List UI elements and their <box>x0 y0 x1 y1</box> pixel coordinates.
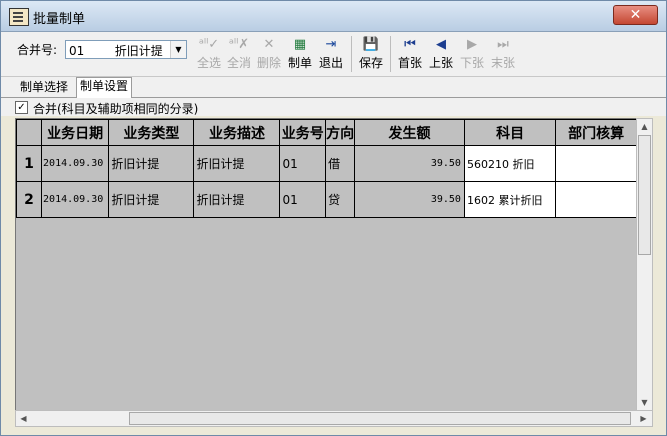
merge-checkbox[interactable]: ✓ <box>15 101 28 114</box>
column-header-account[interactable]: 科目 <box>463 119 557 146</box>
cell-description: 折旧计提 <box>193 181 281 218</box>
first-button[interactable]: ⏮ 首张 <box>395 35 425 73</box>
last-icon: ⏭ <box>497 37 509 52</box>
save-button[interactable]: 💾 保存 <box>356 35 386 73</box>
vertical-scroll-thumb[interactable] <box>638 135 651 255</box>
column-header-amount[interactable]: 发生额 <box>354 119 465 146</box>
cell-account[interactable]: 560210 折旧 <box>463 145 557 182</box>
vertical-scrollbar[interactable]: ▲ ▼ <box>636 118 653 412</box>
next-button[interactable]: ▶ 下张 <box>457 35 487 73</box>
make-voucher-button[interactable]: ▦ 制单 <box>285 35 315 73</box>
column-header-department[interactable]: 部门核算 <box>555 119 637 146</box>
column-header-type[interactable]: 业务类型 <box>108 119 195 146</box>
column-header-date[interactable]: 业务日期 <box>41 119 110 146</box>
toolbar: 合并号: 01 折旧计提 ▼ ᵃˡˡ✓ 全选 ᵃˡˡ✗ 全消 ✕ 删除 ▦ 制单 ⇥ 退出… <box>1 32 666 77</box>
cell-direction: 借 <box>325 145 356 182</box>
previous-button[interactable]: ◀ 上张 <box>426 35 456 73</box>
close-button[interactable]: ✕ <box>613 5 658 25</box>
cell-direction: 贷 <box>325 181 356 218</box>
voucher-grid: 业务日期 业务类型 业务描述 业务号 方向 发生额 科目 部门核算 1 2014… <box>15 118 638 412</box>
batch-voucher-window: 批量制单 ✕ 合并号: 01 折旧计提 ▼ ᵃˡˡ✓ 全选 ᵃˡˡ✗ 全消 ✕ 删除 … <box>0 0 667 436</box>
column-header-direction[interactable]: 方向 <box>325 119 356 146</box>
cell-amount: 39.50 <box>354 145 465 182</box>
row-number: 1 <box>16 145 43 182</box>
cell-date: 2014.09.30 <box>41 181 110 218</box>
merge-label: 合并(科目及辅助项相同的分录) <box>33 102 199 116</box>
cell-date: 2014.09.30 <box>41 145 110 182</box>
row-number: 2 <box>16 181 43 218</box>
merge-number-value: 01 折旧计提 <box>69 44 163 58</box>
window-title: 批量制单 <box>33 12 86 27</box>
select-all-icon: ᵃˡˡ✓ <box>198 37 220 52</box>
table-row[interactable]: 1 2014.09.30 折旧计提 折旧计提 01 借 39.50 560210… <box>16 145 637 182</box>
merge-number-label: 合并号: <box>17 43 58 57</box>
cell-biz-no: 01 <box>279 181 327 218</box>
save-icon: 💾 <box>362 37 380 52</box>
cell-description: 折旧计提 <box>193 145 281 182</box>
select-all-button[interactable]: ᵃˡˡ✓ 全选 <box>194 35 224 73</box>
tab-voucher-settings[interactable]: 制单设置 <box>76 77 133 98</box>
scroll-right-icon[interactable]: ▶ <box>636 411 651 426</box>
column-header-rowno <box>16 119 43 146</box>
delete-button[interactable]: ✕ 删除 <box>254 35 284 73</box>
table-header-row: 业务日期 业务类型 业务描述 业务号 方向 发生额 科目 部门核算 <box>16 119 637 146</box>
last-button[interactable]: ⏭ 末张 <box>488 35 518 73</box>
deselect-all-icon: ᵃˡˡ✗ <box>228 37 250 52</box>
title-bar: 批量制单 ✕ <box>1 1 666 32</box>
column-header-description[interactable]: 业务描述 <box>193 119 281 146</box>
toolbar-separator <box>351 36 352 72</box>
voucher-app-icon <box>9 8 29 26</box>
cell-account[interactable]: 1602 累计折旧 <box>463 181 557 218</box>
delete-icon: ✕ <box>263 37 275 52</box>
scroll-left-icon[interactable]: ◀ <box>16 411 31 426</box>
next-icon: ▶ <box>467 37 477 52</box>
tab-voucher-selection[interactable]: 制单选择 <box>17 79 71 96</box>
merge-number-select[interactable]: 01 折旧计提 ▼ <box>65 40 187 59</box>
cell-biz-no: 01 <box>279 145 327 182</box>
cell-department[interactable] <box>555 145 637 182</box>
column-header-biz-no[interactable]: 业务号 <box>279 119 327 146</box>
horizontal-scroll-thumb[interactable] <box>129 412 631 425</box>
voucher-table: 业务日期 业务类型 业务描述 业务号 方向 发生额 科目 部门核算 1 2014… <box>16 119 637 218</box>
previous-icon: ◀ <box>436 37 446 52</box>
chevron-down-icon[interactable]: ▼ <box>170 41 186 58</box>
cell-type: 折旧计提 <box>108 145 195 182</box>
horizontal-scrollbar[interactable]: ◀ ▶ <box>15 410 653 427</box>
cell-type: 折旧计提 <box>108 181 195 218</box>
scroll-down-icon[interactable]: ▼ <box>637 395 652 410</box>
tab-strip: 制单选择 制单设置 <box>1 77 666 98</box>
cell-department[interactable] <box>555 181 637 218</box>
options-row: ✓ 合并(科目及辅助项相同的分录) <box>1 98 666 116</box>
first-icon: ⏮ <box>404 37 416 52</box>
exit-button[interactable]: ⇥ 退出 <box>316 35 346 73</box>
scroll-up-icon[interactable]: ▲ <box>637 119 652 134</box>
table-row[interactable]: 2 2014.09.30 折旧计提 折旧计提 01 贷 39.50 1602 累… <box>16 181 637 218</box>
deselect-all-button[interactable]: ᵃˡˡ✗ 全消 <box>224 35 254 73</box>
exit-icon: ⇥ <box>325 37 337 52</box>
cell-amount: 39.50 <box>354 181 465 218</box>
toolbar-separator <box>390 36 391 72</box>
voucher-icon: ▦ <box>293 37 307 52</box>
